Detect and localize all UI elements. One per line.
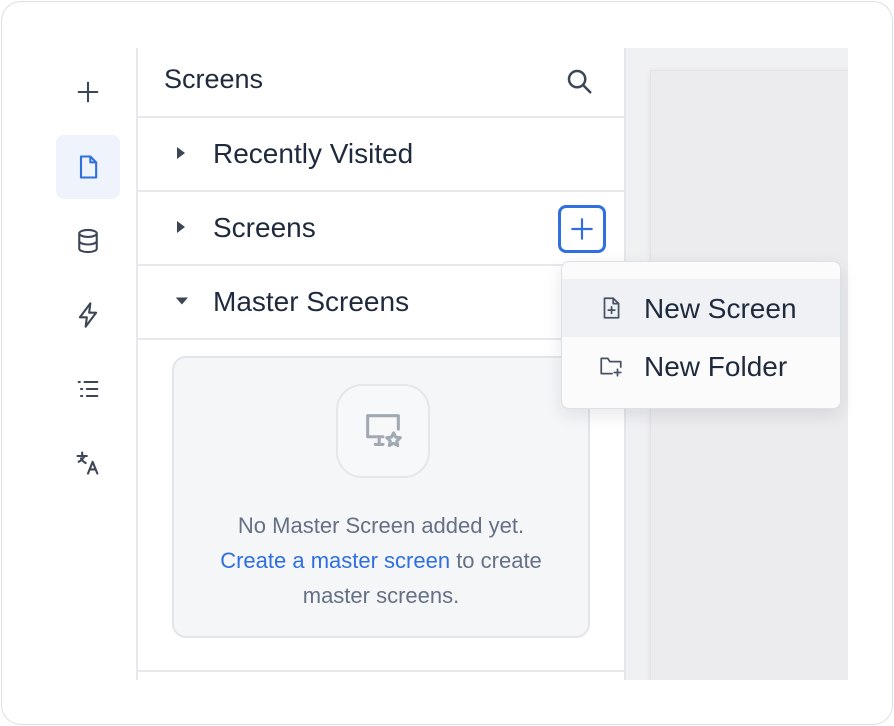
menu-item-label: New Folder xyxy=(644,351,788,382)
section-recently-visited[interactable]: Recently Visited xyxy=(138,118,624,192)
create-master-screen-link[interactable]: Create a master screen xyxy=(220,548,450,573)
section-label: Screens xyxy=(213,212,316,243)
screens-panel: Screens Recently Visited Screens Master … xyxy=(138,48,626,680)
empty-state-line3: master screens. xyxy=(302,583,460,608)
caret-right-icon xyxy=(177,147,185,159)
menu-item-new-screen[interactable]: New Screen xyxy=(562,279,840,337)
section-screens[interactable]: Screens xyxy=(138,192,624,266)
section-master-screens[interactable]: Master Screens xyxy=(138,266,624,340)
lightning-icon xyxy=(78,302,98,328)
caret-down-icon xyxy=(175,297,188,305)
folder-plus-icon xyxy=(600,357,622,377)
app-frame: Screens Recently Visited Screens Master … xyxy=(1,1,893,725)
rail-translations-button[interactable] xyxy=(56,431,120,495)
menu-item-label: New Screen xyxy=(644,293,797,324)
translate-icon xyxy=(76,451,99,475)
empty-icon-container xyxy=(336,384,430,478)
section-label: Recently Visited xyxy=(213,138,414,169)
empty-state-line2-rest: to create xyxy=(450,548,542,573)
empty-state-line2: Create a master screen to create xyxy=(174,543,588,578)
rail-screens-button[interactable] xyxy=(56,135,120,199)
list-icon xyxy=(77,380,99,398)
file-plus-icon xyxy=(603,297,620,319)
empty-state-line1: No Master Screen added yet. xyxy=(237,513,525,538)
search-icon[interactable] xyxy=(564,66,594,96)
add-screen-button[interactable] xyxy=(558,205,606,253)
menu-item-new-folder[interactable]: New Folder xyxy=(562,337,840,395)
plus-icon xyxy=(571,218,593,240)
panel-title: Screens xyxy=(164,64,264,94)
left-icon-rail xyxy=(50,48,138,680)
rail-actions-button[interactable] xyxy=(56,283,120,347)
rail-data-button[interactable] xyxy=(56,209,120,273)
empty-state-text: No Master Screen added yet. Create a mas… xyxy=(174,508,588,613)
rail-add-button[interactable] xyxy=(56,60,120,124)
rail-outline-button[interactable] xyxy=(56,357,120,421)
add-dropdown-menu: New Screen New Folder xyxy=(561,261,841,409)
database-icon xyxy=(78,228,98,254)
panel-header: Screens xyxy=(138,48,624,118)
plus-icon xyxy=(77,81,99,103)
monitor-star-icon xyxy=(366,414,402,448)
section-label: Master Screens xyxy=(213,286,410,317)
file-icon xyxy=(79,155,98,179)
caret-right-icon xyxy=(177,221,185,233)
master-screens-empty-state: No Master Screen added yet. Create a mas… xyxy=(172,356,590,638)
divider xyxy=(138,670,624,672)
